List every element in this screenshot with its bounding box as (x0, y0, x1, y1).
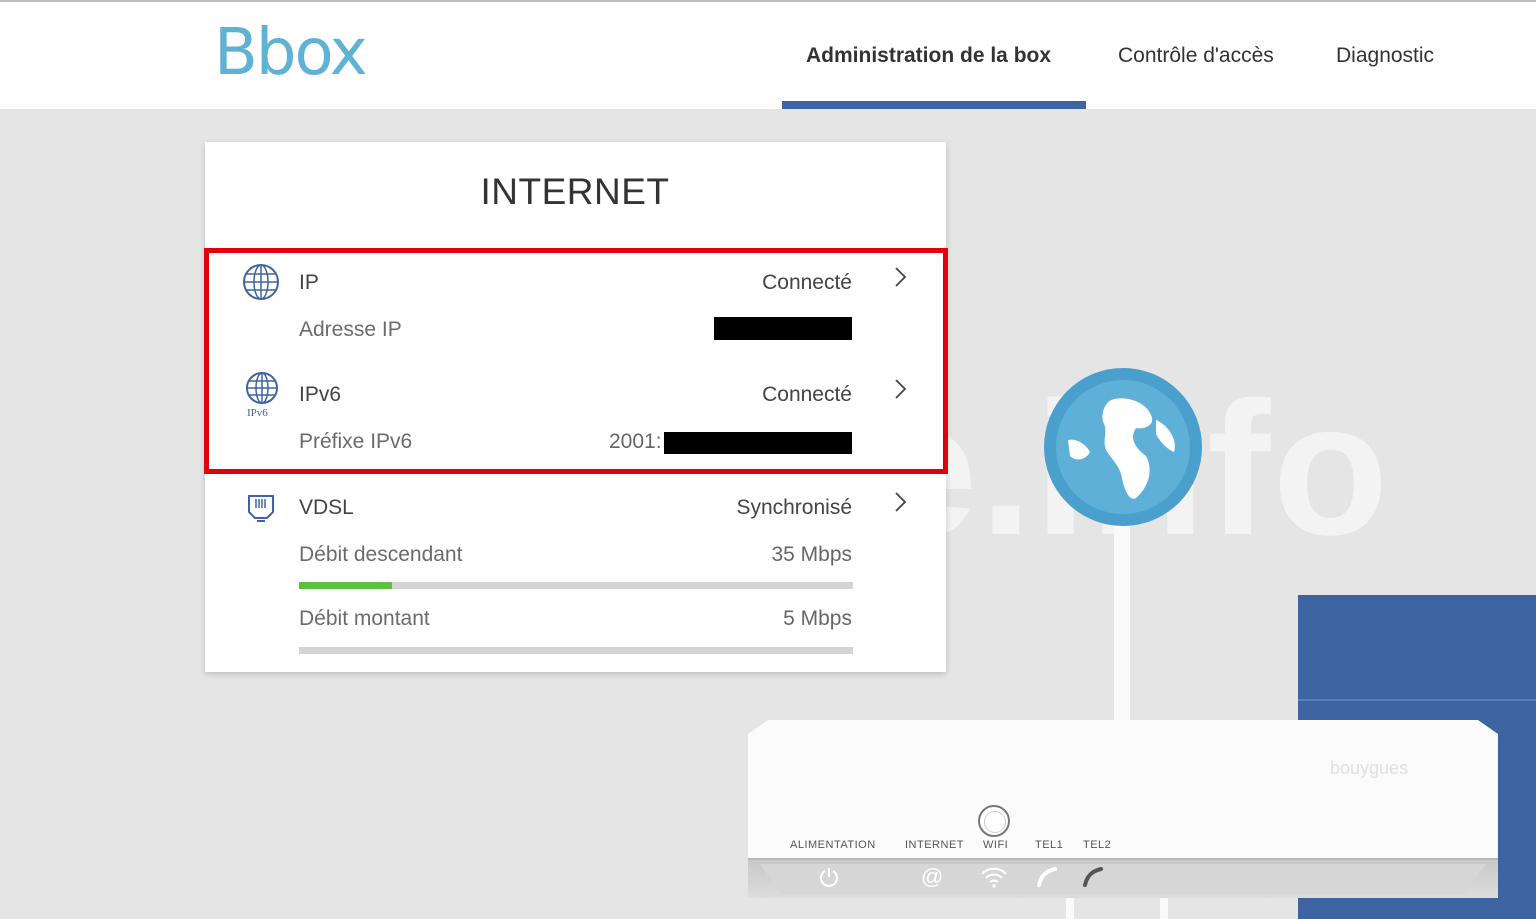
downstream-value: 35 Mbps (771, 543, 852, 566)
led-label-power: ALIMENTATION (790, 839, 876, 851)
ethernet-port-icon (246, 493, 276, 528)
phone2-icon (1082, 866, 1104, 894)
phone1-icon (1036, 866, 1058, 894)
upstream-label: Débit montant (299, 607, 430, 630)
vdsl-status: Synchronisé (736, 496, 852, 519)
highlight-box (204, 248, 948, 474)
nav-administration[interactable]: Administration de la box (806, 44, 1051, 68)
wifi-button (978, 805, 1010, 837)
nav-diagnostic[interactable]: Diagnostic (1336, 44, 1434, 68)
router-stand (1066, 898, 1074, 919)
led-label-tel1: TEL1 (1035, 839, 1064, 851)
led-label-tel2: TEL2 (1083, 839, 1112, 851)
router-led-strip (760, 864, 1486, 894)
internet-at-icon: @ (921, 864, 944, 889)
upstream-bar (299, 647, 853, 654)
led-label-internet: INTERNET (905, 839, 964, 851)
downstream-label: Débit descendant (299, 543, 463, 566)
router-stand (1160, 898, 1168, 919)
router-brand: bouygues (1330, 758, 1409, 778)
led-label-wifi: WIFI (983, 839, 1009, 851)
downstream-bar-fill (299, 582, 393, 589)
vdsl-title: VDSL (299, 496, 354, 519)
globe-icon (1044, 368, 1202, 526)
wifi-icon (980, 866, 1008, 894)
downstream-bar (299, 582, 853, 589)
header: Bbox Administration de la box Contrôle d… (0, 2, 1536, 110)
bbox-logo[interactable]: Bbox (214, 16, 368, 90)
power-icon (818, 866, 840, 894)
upstream-value: 5 Mbps (783, 607, 852, 630)
nav-access-control[interactable]: Contrôle d'accès (1118, 44, 1274, 68)
globe-pole (1114, 500, 1130, 730)
background-line (1298, 699, 1536, 701)
nav-active-indicator (782, 101, 1086, 109)
card-title: INTERNET (480, 171, 670, 212)
vdsl-chevron-icon[interactable] (894, 491, 908, 520)
